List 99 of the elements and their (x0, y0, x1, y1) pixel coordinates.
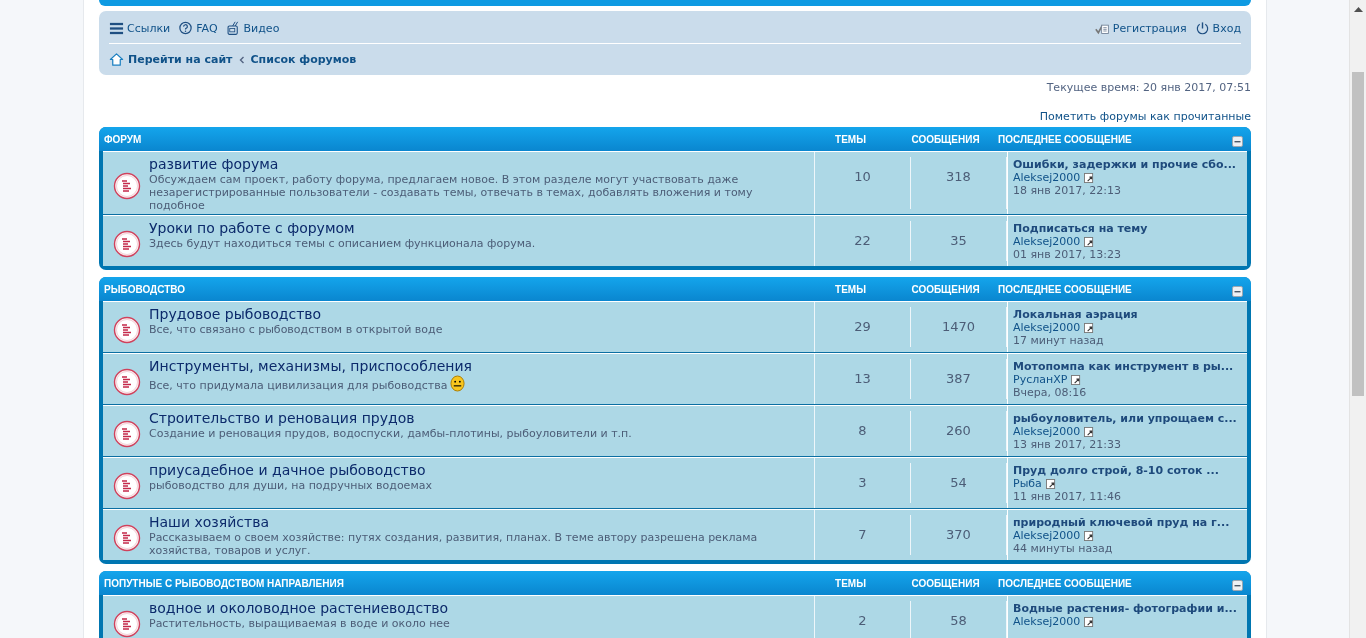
author-link[interactable]: Aleksej2000 (1013, 321, 1081, 334)
last-post-link[interactable]: Ошибки, задержки и прочие сбо... (1013, 158, 1243, 171)
view-post-icon[interactable] (1071, 374, 1082, 385)
tv-icon (225, 21, 241, 36)
author-link[interactable]: Aleksej2000 (1013, 529, 1081, 542)
forum-description: Рассказываем о своем хозяйстве: путях создания, развития, планах. В теме автору разрешена реклама хозяйства, товаров и услуг. (149, 531, 759, 557)
topics-count: 29 (815, 307, 911, 347)
column-header: СООБЩЕНИЯ (910, 283, 981, 295)
forum-read-icon (113, 472, 141, 500)
forum-description: Все, что придумала цивилизация для рыбоводства (149, 379, 448, 392)
view-post-icon[interactable] (1084, 530, 1095, 541)
posts-count: 370 (911, 515, 1007, 555)
help-icon (178, 21, 194, 36)
column-header: ТЕМЫ (834, 577, 867, 589)
author-link[interactable]: РусланXP (1013, 373, 1068, 386)
forum-title-link[interactable]: Уроки по работе с форумом (149, 219, 536, 237)
current-time: Текущее время: 20 янв 2017, 07:51 (1045, 81, 1251, 94)
topics-count: 22 (815, 221, 911, 261)
view-post-icon[interactable] (1084, 172, 1095, 183)
forum-read-icon (113, 172, 141, 200)
author-link[interactable]: Aleksej2000 (1013, 171, 1081, 184)
column-header: ТЕМЫ (834, 133, 867, 145)
forum-title-link[interactable]: Прудовое рыбоводство (149, 305, 443, 323)
column-header: ПОСЛЕДНЕЕ СООБЩЕНИЕ (997, 577, 1133, 589)
posts-count: 35 (911, 221, 1007, 261)
forum-read-icon (113, 524, 141, 552)
topics-count: 8 (815, 411, 911, 451)
author-link[interactable]: Рыба (1013, 477, 1042, 490)
forum-description: рыбоводство для души, на подручных водоемах (149, 479, 432, 492)
forum-description: Здесь будут находиться темы с описанием функционала форума. (149, 237, 536, 250)
forum-description: Обсуждаем сам проект, работу форума, предлагаем новое. В этом разделе могут участвовать даже незарегистрированные пользователи - создавать темы, отвечать в темах, добавлять вложения и тому подобное (149, 173, 754, 212)
menu-icon (109, 21, 124, 36)
last-post-link[interactable]: Мотопомпа как инструмент в ры... (1013, 360, 1243, 373)
scrollbar-thumb[interactable] (1352, 72, 1364, 396)
author-link[interactable]: Aleksej2000 (1013, 235, 1081, 248)
forum-read-icon (113, 368, 141, 396)
column-header: ТЕМЫ (834, 283, 867, 295)
last-post-link[interactable]: Водные растения- фотографии и... (1013, 602, 1243, 615)
view-post-icon[interactable] (1084, 236, 1095, 247)
last-post-link[interactable]: рыбоуловитель, или упрощаем с... (1013, 412, 1243, 425)
nav-link[interactable]: Вход (1194, 21, 1241, 36)
posts-count: 54 (911, 463, 1007, 503)
last-post-link[interactable]: Подписаться на тему (1013, 222, 1243, 235)
forum-description: Растительность, выращиваемая в воде и около нее (149, 617, 450, 630)
post-date: 44 минуты назад (1013, 542, 1114, 555)
nav-link[interactable]: Регистрация (1094, 21, 1187, 36)
topics-count: 13 (815, 359, 911, 399)
forum-title-link[interactable]: водное и околоводное растениеводство (149, 599, 450, 617)
topics-count: 2 (815, 601, 911, 638)
mark-read-link[interactable]: Пометить форумы как прочитанные (1039, 110, 1251, 123)
section-title: ПОПУТНЫЕ С РЫБОВОДСТВОМ НАПРАВЛЕНИЯ (103, 577, 345, 589)
power-icon (1194, 21, 1210, 36)
nav-link[interactable]: Видео (225, 21, 280, 36)
post-date: 13 янв 2017, 21:33 (1013, 438, 1122, 451)
column-header: СООБЩЕНИЯ (910, 133, 981, 145)
scrollbar[interactable] (1349, 0, 1366, 638)
last-post-link[interactable]: Локальная аэрация (1013, 308, 1243, 321)
section-title: РЫБОВОДСТВО (103, 283, 186, 295)
post-date: 18 янв 2017, 22:13 (1013, 184, 1122, 197)
forum-description: Создание и реновация прудов, водоспуски, дамбы-плотины, рыбоуловители и т.п. (149, 427, 632, 440)
forum-title-link[interactable]: Инструменты, механизмы, приспособления (149, 357, 473, 375)
column-header: ПОСЛЕДНЕЕ СООБЩЕНИЕ (997, 133, 1133, 145)
view-post-icon[interactable] (1084, 426, 1095, 437)
topics-count: 10 (815, 157, 911, 209)
post-date: 11 янв 2017, 11:46 (1013, 490, 1122, 503)
post-date: 01 янв 2017, 13:23 (1013, 248, 1122, 261)
forum-description: Все, что связано с рыбоводством в открытой воде (149, 323, 443, 336)
section-title: ФОРУМ (103, 133, 143, 145)
last-post-link[interactable]: природный ключевой пруд на г... (1013, 516, 1243, 529)
forum-title-link[interactable]: Наши хозяйства (149, 513, 808, 531)
column-header: ПОСЛЕДНЕЕ СООБЩЕНИЕ (997, 283, 1133, 295)
author-link[interactable]: Aleksej2000 (1013, 425, 1081, 438)
nav-link[interactable]: Ссылки (109, 21, 171, 36)
forum-read-icon (113, 316, 141, 344)
topics-count: 3 (815, 463, 911, 503)
post-date: 17 минут назад (1013, 334, 1105, 347)
nav-link[interactable]: FAQ (178, 21, 218, 36)
home-icon (109, 52, 124, 67)
scroll-up-icon[interactable] (1353, 6, 1363, 12)
posts-count: 387 (911, 359, 1007, 399)
breadcrumb-link[interactable]: Перейти на сайт (128, 53, 233, 66)
posts-count: 260 (911, 411, 1007, 451)
posts-count: 58 (911, 601, 1007, 638)
forum-title-link[interactable]: развитие форума (149, 155, 808, 173)
posts-count: 1470 (911, 307, 1007, 347)
posts-count: 318 (911, 157, 1007, 209)
forum-read-icon (113, 420, 141, 448)
forum-title-link[interactable]: Строительство и реновация прудов (149, 409, 632, 427)
forum-title-link[interactable]: приусадебное и дачное рыбоводство (149, 461, 432, 479)
view-post-icon[interactable] (1084, 322, 1095, 333)
view-post-icon[interactable] (1045, 478, 1056, 489)
view-post-icon[interactable] (1084, 616, 1095, 627)
column-header: СООБЩЕНИЯ (910, 577, 981, 589)
breadcrumb-link[interactable]: Список форумов (250, 53, 357, 66)
forum-read-icon (113, 230, 141, 258)
author-link[interactable]: Aleksej2000 (1013, 615, 1081, 628)
post-date: Вчера, 08:16 (1013, 386, 1088, 399)
topics-count: 7 (815, 515, 911, 555)
last-post-link[interactable]: Пруд долго строй, 8-10 соток ... (1013, 464, 1243, 477)
